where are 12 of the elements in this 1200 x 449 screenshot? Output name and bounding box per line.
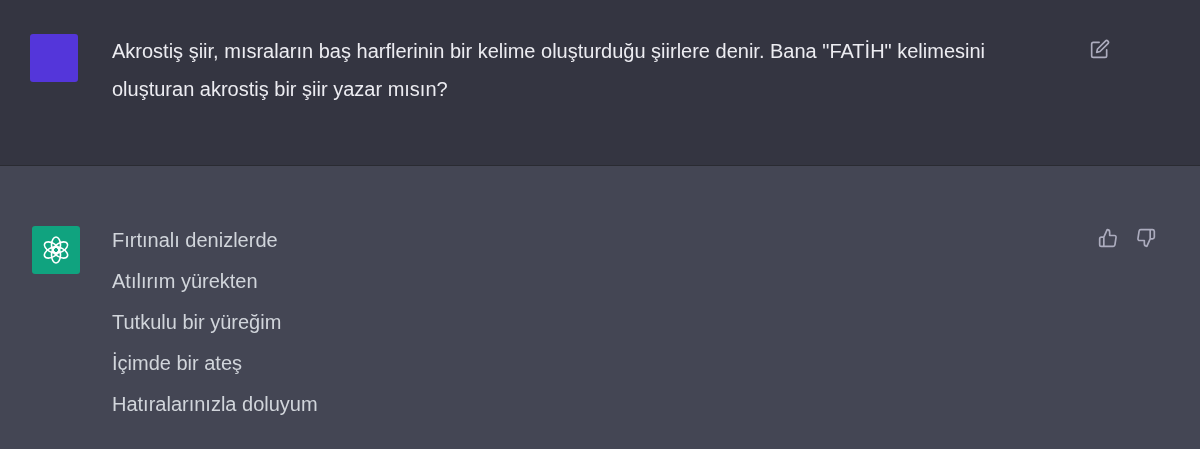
poem-line: Tutkulu bir yüreğim xyxy=(112,310,283,335)
user-message: Akrostiş şiir, mısraların baş harflerinin bir kelime oluşturduğu şiirlere denir. Bana "FATİH" kelimesini oluşturan akrostiş bir şiir yazar mısın? xyxy=(112,39,987,102)
thumbs-up-icon xyxy=(1098,228,1118,248)
poem-line: Hatıralarınızla doluyum xyxy=(112,392,318,417)
thumbs-down-icon xyxy=(1136,228,1156,248)
thumbs-down-button[interactable] xyxy=(1136,226,1156,250)
edit-icon xyxy=(1090,39,1110,59)
poem-line: İçimde bir ateş xyxy=(112,351,244,376)
thumbs-up-button[interactable] xyxy=(1098,226,1118,250)
poem-line: Atılırım yürekten xyxy=(112,269,259,294)
poem-line: Fırtınalı denizlerde xyxy=(112,228,279,253)
user-avatar xyxy=(30,34,78,82)
